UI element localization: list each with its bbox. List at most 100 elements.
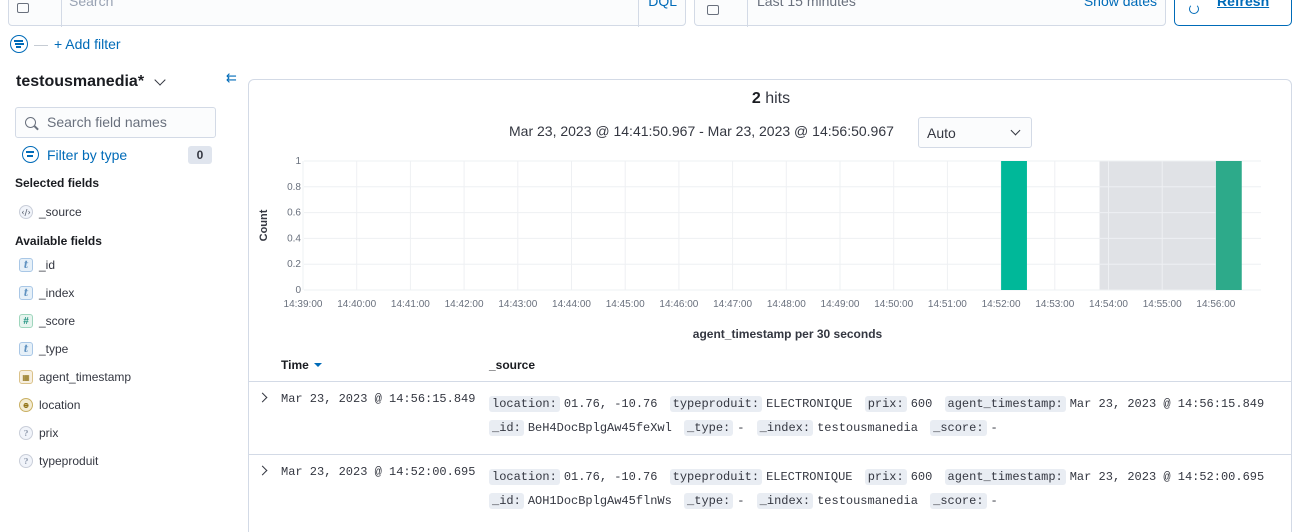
- source-key: _index:: [756, 420, 814, 436]
- source-key: _index:: [756, 493, 814, 509]
- field-name: _index: [39, 286, 75, 300]
- field-item-typeproduit[interactable]: ? typeproduit: [19, 452, 98, 470]
- x-axis-title: agent_timestamp per 30 seconds: [693, 327, 883, 341]
- field-sidebar: testousmanedia* ⇇ Filter by type 0 Selec…: [0, 60, 248, 532]
- x-tick-label: 14:42:00: [445, 299, 484, 310]
- divider: [747, 0, 748, 27]
- field-item-score[interactable]: # _score: [19, 312, 75, 330]
- source-value: 01.76, -10.76: [563, 470, 658, 484]
- index-pattern-name: testousmanedia*: [16, 73, 145, 90]
- field-item-location[interactable]: ⊕ location: [19, 396, 80, 414]
- source-key: agent_timestamp:: [944, 469, 1066, 485]
- source-value: -: [990, 421, 998, 435]
- source-value: -: [737, 421, 745, 435]
- y-tick-label: 0: [295, 285, 301, 296]
- x-tick-label: 14:46:00: [659, 299, 698, 310]
- filter-by-type-label: Filter by type: [47, 146, 128, 163]
- globe-icon: ⊕: [19, 398, 33, 412]
- field-search-input[interactable]: [47, 114, 207, 130]
- source-key: _score:: [930, 420, 987, 436]
- saved-query-icon[interactable]: [17, 3, 29, 13]
- x-tick-label: 14:47:00: [713, 299, 752, 310]
- date-range-value[interactable]: Last 15 minutes: [757, 0, 856, 9]
- selected-fields-heading: Selected fields: [15, 176, 100, 190]
- source-key: typeproduit:: [669, 469, 763, 485]
- expand-row-icon[interactable]: [257, 392, 268, 403]
- source-key: _score:: [930, 493, 987, 509]
- source-key: prix:: [864, 469, 907, 485]
- x-tick-label: 14:56:00: [1196, 299, 1235, 310]
- row-time: Mar 23, 2023 @ 14:52:00.695: [281, 465, 476, 479]
- expand-row-icon[interactable]: [257, 465, 268, 476]
- y-tick-label: 0.8: [287, 182, 301, 193]
- field-name: location: [39, 398, 81, 412]
- query-input-box[interactable]: Search DQL: [8, 0, 686, 27]
- filter-count-badge: 0: [188, 146, 212, 164]
- number-type-icon: #: [19, 314, 33, 328]
- time-column-label: Time: [281, 358, 309, 372]
- y-tick-label: 1: [295, 156, 301, 167]
- refresh-label: Refresh: [1217, 0, 1270, 9]
- interval-select[interactable]: Auto: [918, 117, 1032, 148]
- source-value: BeH4DocBplgAw45feXwl: [527, 421, 672, 435]
- date-picker[interactable]: Last 15 minutes Show dates: [694, 0, 1166, 27]
- search-input[interactable]: Search: [69, 0, 113, 9]
- field-name: typeproduit: [39, 454, 99, 468]
- divider: —: [34, 36, 48, 52]
- source-value: 01.76, -10.76: [563, 397, 658, 411]
- index-pattern-selector[interactable]: testousmanedia*: [16, 73, 166, 91]
- refresh-button[interactable]: Refresh: [1174, 0, 1292, 26]
- discover-main-panel: 2 hits Mar 23, 2023 @ 14:41:50.967 - Mar…: [248, 79, 1292, 532]
- x-tick-label: 14:48:00: [767, 299, 806, 310]
- field-item-type[interactable]: t _type: [19, 340, 68, 358]
- filter-by-type-button[interactable]: Filter by type: [22, 146, 127, 163]
- field-name: _id: [39, 258, 56, 272]
- string-type-icon: t: [19, 258, 33, 272]
- add-filter-button[interactable]: + Add filter: [54, 36, 121, 52]
- field-item-prix[interactable]: ? prix: [19, 424, 58, 442]
- sort-descending-icon[interactable]: [313, 363, 322, 367]
- time-column-header[interactable]: Time: [281, 358, 322, 372]
- source-key: agent_timestamp:: [944, 396, 1066, 412]
- selected-field-source[interactable]: ‹/› _source: [19, 203, 82, 221]
- row-source: location: 01.76, -10.76 typeproduit: ELECT…: [489, 465, 1279, 513]
- collapse-sidebar-icon[interactable]: ⇇: [226, 70, 237, 86]
- field-search-box[interactable]: [15, 107, 216, 138]
- row-time: Mar 23, 2023 @ 14:56:15.849: [281, 392, 476, 406]
- table-row: Mar 23, 2023 @ 14:56:15.849 location: 01.…: [249, 381, 1291, 454]
- x-tick-label: 14:45:00: [606, 299, 645, 310]
- histogram-chart[interactable]: 0 0.2 0.4 0.6 0.8 1 14:39:00 14:40:00 14:41:00 14…: [249, 152, 1291, 352]
- x-tick-label: 14:54:00: [1089, 299, 1128, 310]
- source-value: testousmanedia: [817, 494, 918, 508]
- y-tick-label: 0.4: [287, 233, 301, 244]
- show-dates-link[interactable]: Show dates: [1084, 0, 1157, 9]
- refresh-icon: [1189, 4, 1199, 14]
- source-key: _id:: [489, 420, 524, 436]
- histogram-bar: [1001, 161, 1027, 290]
- string-type-icon: t: [19, 286, 33, 300]
- x-tick-label: 14:55:00: [1143, 299, 1182, 310]
- field-item-agent-timestamp[interactable]: ▦ agent_timestamp: [19, 368, 131, 386]
- dql-toggle-button[interactable]: DQL: [648, 0, 677, 9]
- field-name: _source: [39, 205, 82, 219]
- unknown-type-icon: ?: [19, 454, 33, 468]
- field-item-id[interactable]: t _id: [19, 256, 55, 274]
- field-name: agent_timestamp: [39, 370, 132, 384]
- source-key: prix:: [864, 396, 907, 412]
- source-value: 600: [910, 397, 933, 411]
- field-item-index[interactable]: t _index: [19, 284, 74, 302]
- filter-options-icon[interactable]: [10, 35, 28, 53]
- x-tick-label: 14:52:00: [982, 299, 1021, 310]
- hits-counter: 2 hits: [249, 90, 1293, 108]
- brush-selection-band: [1099, 161, 1216, 290]
- calendar-icon[interactable]: [707, 5, 719, 15]
- row-source: location: 01.76, -10.76 typeproduit: ELECT…: [489, 392, 1279, 440]
- divider: [61, 0, 62, 27]
- source-value: ELECTRONIQUE: [766, 470, 853, 484]
- histogram-bar: [1215, 161, 1242, 290]
- source-value: Mar 23, 2023 @ 14:56:15.849: [1069, 397, 1265, 411]
- filter-icon: [22, 146, 39, 163]
- x-tick-label: 14:53:00: [1035, 299, 1074, 310]
- source-key: location:: [489, 469, 560, 485]
- x-tick-label: 14:49:00: [821, 299, 860, 310]
